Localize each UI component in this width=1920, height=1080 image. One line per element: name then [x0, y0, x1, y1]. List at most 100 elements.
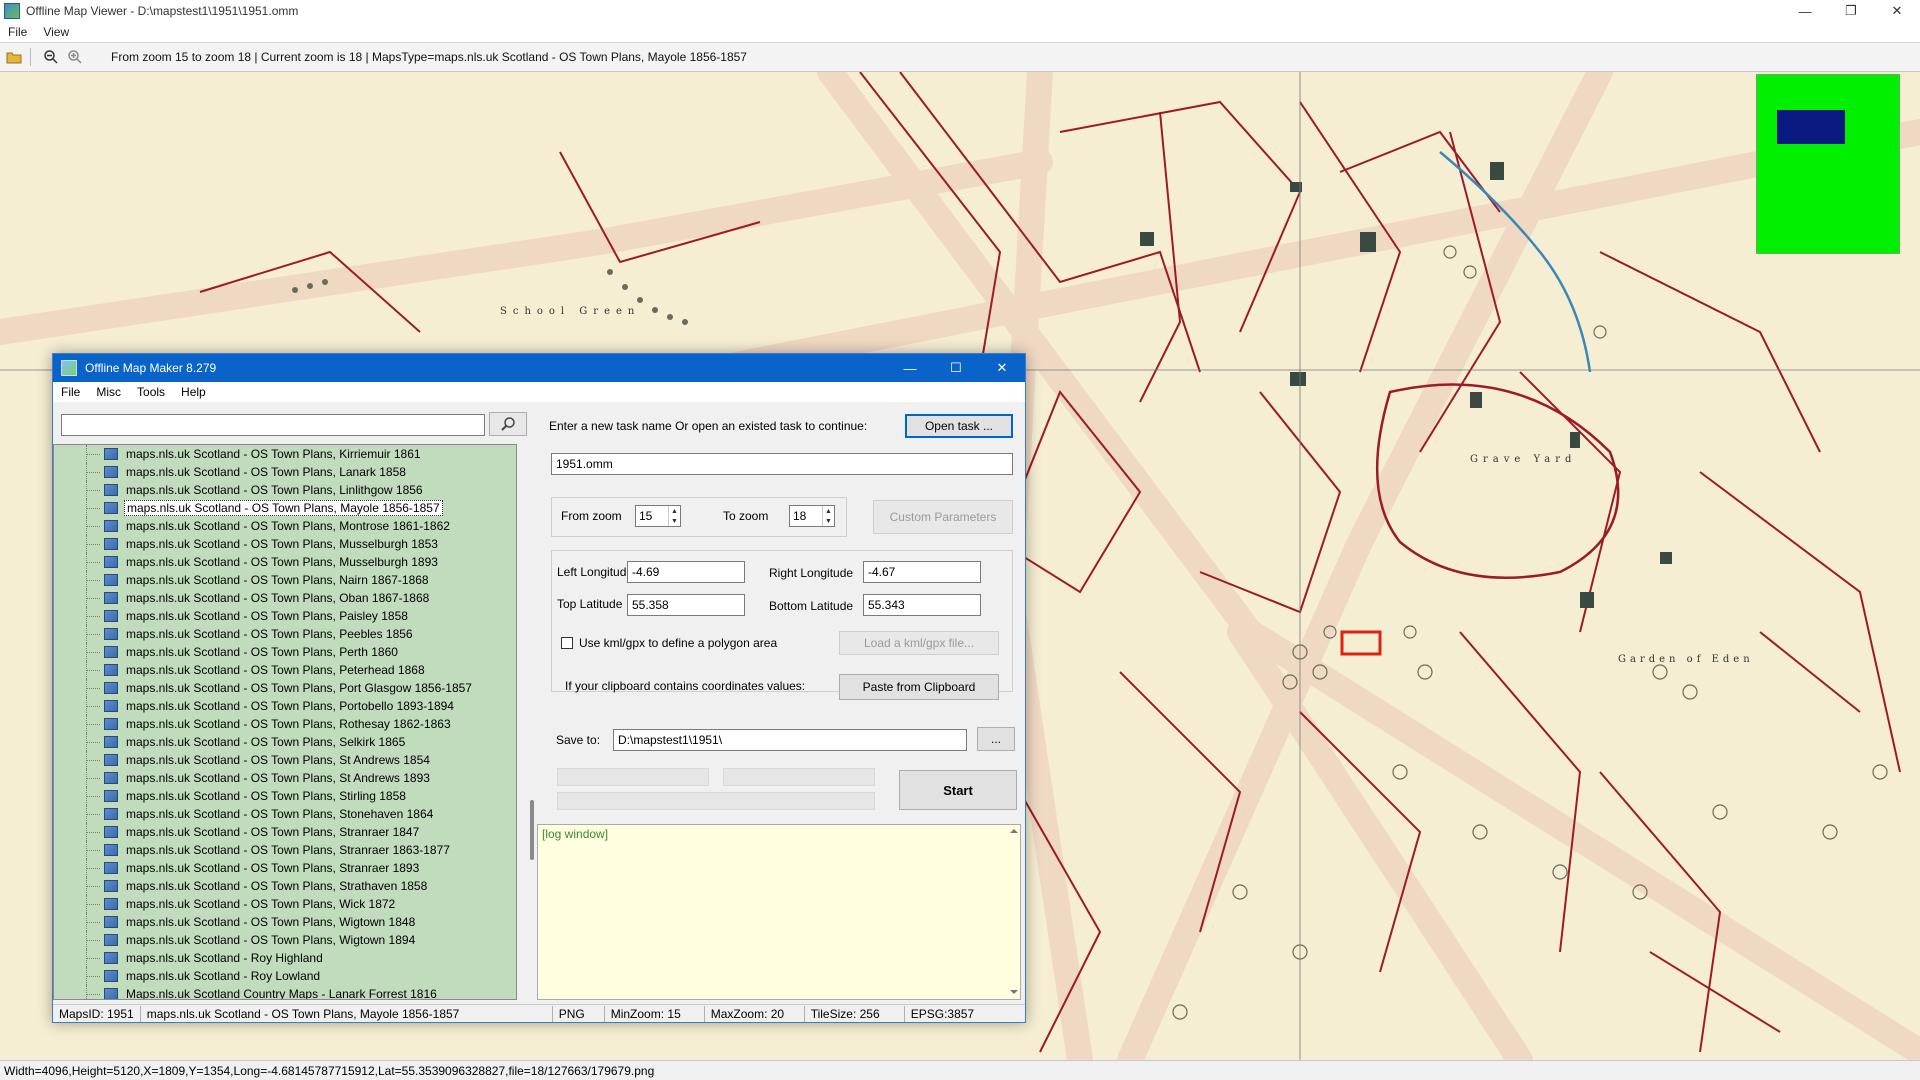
tree-item-label: maps.nls.uk Scotland - OS Town Plans, Ma… — [124, 500, 443, 516]
kml-checkbox[interactable] — [561, 637, 573, 649]
load-kml-button[interactable]: Load a kml/gpx file... — [839, 631, 999, 655]
map-layer-icon — [104, 466, 118, 478]
tree-item-label: maps.nls.uk Scotland - OS Town Plans, St… — [126, 825, 420, 839]
tree-item[interactable]: maps.nls.uk Scotland - OS Town Plans, St… — [54, 805, 435, 823]
from-zoom-spinner[interactable]: 15 ▲ ▼ — [635, 505, 681, 527]
tree-scroll-thumb[interactable] — [530, 800, 534, 860]
tree-connector — [54, 445, 104, 463]
viewer-toolbar: From zoom 15 to zoom 18 | Current zoom i… — [0, 42, 1920, 72]
map-layer-icon — [104, 844, 118, 856]
tree-connector — [54, 607, 104, 625]
tree-connector — [54, 679, 104, 697]
top-latitude-field[interactable]: 55.358 — [627, 594, 745, 616]
minimap-viewport[interactable] — [1777, 110, 1845, 144]
tree-item[interactable]: maps.nls.uk Scotland - OS Town Plans, Li… — [54, 481, 425, 499]
tree-connector — [54, 733, 104, 751]
tree-item[interactable]: maps.nls.uk Scotland - OS Town Plans, St… — [54, 877, 429, 895]
map-layer-icon — [104, 520, 118, 532]
tree-item-label: maps.nls.uk Scotland - OS Town Plans, Ro… — [126, 717, 451, 731]
tree-item-label: maps.nls.uk Scotland - OS Town Plans, St… — [126, 771, 430, 785]
task-name-field[interactable]: 1951.omm — [551, 453, 1013, 475]
tree-item[interactable]: maps.nls.uk Scotland - OS Town Plans, Pe… — [54, 661, 427, 679]
tree-item[interactable]: maps.nls.uk Scotland - OS Town Plans, Pe… — [54, 643, 400, 661]
search-button[interactable] — [489, 412, 527, 436]
map-label-school-green: School Green — [500, 306, 640, 317]
dialog-maximize-icon[interactable]: ☐ — [933, 354, 979, 382]
log-scrollbar[interactable] — [1007, 824, 1021, 1000]
status-epsg: EPSG:3857 — [910, 1006, 975, 1021]
menu-view[interactable]: View — [35, 25, 77, 39]
tree-item[interactable]: maps.nls.uk Scotland - OS Town Plans, Po… — [54, 697, 456, 715]
tree-item[interactable]: maps.nls.uk Scotland - OS Town Plans, Wi… — [54, 895, 397, 913]
browse-button[interactable]: ... — [977, 727, 1015, 751]
tree-item[interactable]: maps.nls.uk Scotland - OS Town Plans, St… — [54, 859, 421, 877]
close-icon[interactable]: ✕ — [1874, 0, 1920, 22]
paste-clipboard-button[interactable]: Paste from Clipboard — [839, 674, 999, 700]
tree-item[interactable]: maps.nls.uk Scotland - OS Town Plans, La… — [54, 463, 408, 481]
tree-item[interactable]: maps.nls.uk Scotland - OS Town Plans, Ob… — [54, 589, 431, 607]
menu-file[interactable]: File — [0, 25, 35, 39]
tree-item[interactable]: maps.nls.uk Scotland - OS Town Plans, Wi… — [54, 931, 417, 949]
tree-item[interactable]: maps.nls.uk Scotland - OS Town Plans, St… — [54, 841, 452, 859]
tree-connector — [54, 859, 104, 877]
spin-up-icon[interactable]: ▲ — [825, 508, 832, 515]
dlg-menu-tools[interactable]: Tools — [129, 385, 173, 399]
dialog-title-bar: Offline Map Maker 8.279 — ☐ ✕ — [53, 354, 1025, 382]
tree-item[interactable]: maps.nls.uk Scotland - OS Town Plans, Ki… — [54, 445, 423, 463]
zoom-out-icon[interactable] — [41, 47, 61, 67]
tree-item-label: maps.nls.uk Scotland - OS Town Plans, Pe… — [126, 627, 413, 641]
custom-parameters-button[interactable]: Custom Parameters — [873, 500, 1013, 534]
tree-item[interactable]: maps.nls.uk Scotland - OS Town Plans, Na… — [54, 571, 431, 589]
tree-item[interactable]: Maps.nls.uk Scotland Country Maps - Lana… — [54, 985, 439, 999]
maps-tree[interactable]: maps.nls.uk Scotland - OS Town Plans, Ki… — [53, 444, 517, 1000]
tree-item[interactable]: maps.nls.uk Scotland - OS Town Plans, St… — [54, 769, 432, 787]
tree-item[interactable]: maps.nls.uk Scotland - OS Town Plans, St… — [54, 787, 408, 805]
log-window[interactable]: [log window] — [537, 824, 1021, 1000]
tree-item[interactable]: maps.nls.uk Scotland - OS Town Plans, Mo… — [54, 517, 452, 535]
tree-item[interactable]: maps.nls.uk Scotland - OS Town Plans, Pe… — [54, 625, 415, 643]
open-folder-icon[interactable] — [4, 47, 24, 67]
dlg-menu-help[interactable]: Help — [173, 385, 214, 399]
tree-item[interactable]: maps.nls.uk Scotland - OS Town Plans, Ma… — [54, 499, 443, 517]
tree-item-label: maps.nls.uk Scotland - OS Town Plans, Mu… — [126, 555, 438, 569]
spin-up-icon[interactable]: ▲ — [671, 508, 678, 515]
restore-icon[interactable]: ❐ — [1828, 0, 1874, 22]
dialog-minimize-icon[interactable]: — — [887, 354, 933, 382]
bottom-latitude-field[interactable]: 55.343 — [863, 594, 981, 616]
log-text: [log window] — [542, 827, 609, 841]
tree-item[interactable]: maps.nls.uk Scotland - Roy Lowland — [54, 967, 322, 985]
tree-item-label: maps.nls.uk Scotland - OS Town Plans, La… — [126, 465, 406, 479]
left-longitude-field[interactable]: -4.69 — [627, 561, 745, 583]
map-layer-icon — [104, 448, 118, 460]
open-task-button[interactable]: Open task ... — [905, 414, 1013, 438]
tree-item[interactable]: maps.nls.uk Scotland - OS Town Plans, St… — [54, 751, 432, 769]
minimize-icon[interactable]: — — [1782, 0, 1828, 22]
tree-item[interactable]: maps.nls.uk Scotland - OS Town Plans, Mu… — [54, 535, 440, 553]
tree-item[interactable]: maps.nls.uk Scotland - OS Town Plans, Pa… — [54, 607, 410, 625]
tree-connector — [54, 499, 104, 517]
dlg-menu-misc[interactable]: Misc — [88, 385, 129, 399]
tree-item-label: maps.nls.uk Scotland - OS Town Plans, St… — [126, 861, 420, 875]
zoom-in-icon[interactable] — [65, 47, 85, 67]
minimap[interactable] — [1756, 74, 1900, 254]
spin-down-icon[interactable]: ▼ — [671, 518, 678, 525]
tree-connector — [54, 841, 104, 859]
to-zoom-spinner[interactable]: 18 ▲ ▼ — [789, 505, 835, 527]
dlg-menu-file[interactable]: File — [53, 385, 88, 399]
tree-item[interactable]: maps.nls.uk Scotland - OS Town Plans, Ro… — [54, 715, 453, 733]
tree-item[interactable]: maps.nls.uk Scotland - Roy Highland — [54, 949, 325, 967]
start-button[interactable]: Start — [899, 770, 1017, 810]
save-to-field[interactable]: D:\mapstest1\1951\ — [613, 729, 967, 751]
map-search-input[interactable] — [61, 414, 485, 436]
tree-item[interactable]: maps.nls.uk Scotland - OS Town Plans, Mu… — [54, 553, 440, 571]
dialog-close-icon[interactable]: ✕ — [979, 354, 1025, 382]
right-longitude-field[interactable]: -4.67 — [863, 561, 981, 583]
tree-item[interactable]: maps.nls.uk Scotland - OS Town Plans, Se… — [54, 733, 407, 751]
tree-connector — [54, 661, 104, 679]
tree-item[interactable]: maps.nls.uk Scotland - OS Town Plans, Po… — [54, 679, 474, 697]
spin-down-icon[interactable]: ▼ — [825, 518, 832, 525]
tree-item[interactable]: maps.nls.uk Scotland - OS Town Plans, St… — [54, 823, 421, 841]
tree-item-label: maps.nls.uk Scotland - OS Town Plans, Po… — [126, 681, 472, 695]
tree-item[interactable]: maps.nls.uk Scotland - OS Town Plans, Wi… — [54, 913, 417, 931]
viewer-title-bar: Offline Map Viewer - D:\mapstest1\1951\1… — [0, 0, 1920, 22]
